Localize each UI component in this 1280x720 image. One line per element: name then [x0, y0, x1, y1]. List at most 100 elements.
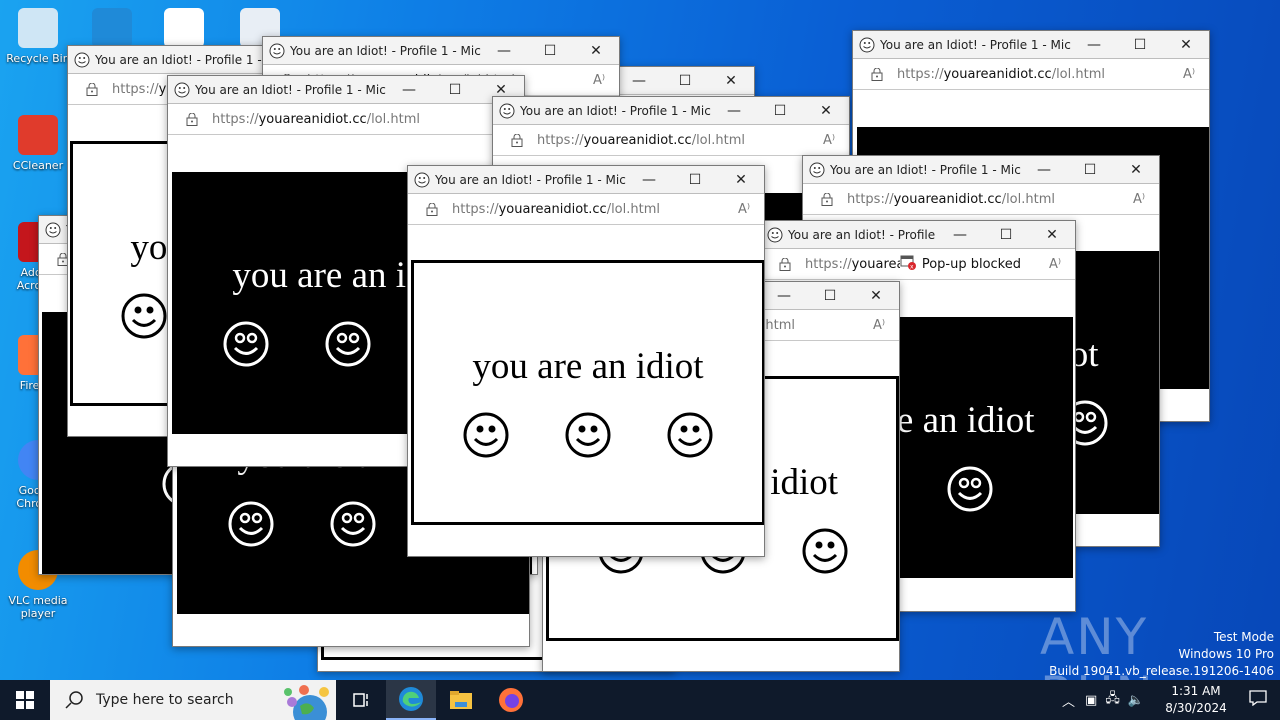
minimize-button[interactable]: — — [711, 103, 757, 119]
url-scheme: https:// — [847, 191, 894, 207]
lock-icon[interactable] — [821, 192, 833, 206]
close-button[interactable]: ✕ — [803, 103, 849, 119]
maximize-button[interactable]: ☐ — [1117, 37, 1163, 53]
url-text[interactable]: https://youareani... — [805, 257, 900, 272]
popup-blocked-icon: x — [900, 255, 916, 274]
window-title: You are an Idiot! - Profile 1 - Micro... — [880, 37, 1071, 52]
edge-icon — [399, 687, 423, 711]
title-bar[interactable]: You are an Idiot! - Profile 1 - Micro...… — [263, 37, 619, 65]
smiley-favicon-icon — [809, 162, 825, 177]
smiley-icon — [802, 528, 847, 574]
lock-icon[interactable] — [426, 202, 438, 216]
taskbar-firefox-button[interactable] — [486, 680, 536, 720]
taskbar: Type here to search ︿ ▣ 🖧 🔈 1:31 AM 8/30… — [0, 680, 1280, 720]
word-document-icon — [164, 8, 204, 48]
desktop-icon-recycle-bin[interactable]: Recycle Bin — [0, 8, 76, 65]
search-icon — [65, 691, 83, 709]
maximize-button[interactable]: ☐ — [432, 82, 478, 98]
maximize-button[interactable]: ☐ — [983, 227, 1029, 243]
maximize-button[interactable]: ☐ — [662, 73, 708, 89]
url-text[interactable]: https://youareanidiot.cc/lol.html — [897, 67, 1169, 82]
read-aloud-icon[interactable]: A⁾ — [809, 133, 849, 148]
minimize-button[interactable]: — — [616, 73, 662, 89]
window-title: You are an Idiot! - Profile 1 - Micro... — [788, 227, 937, 242]
title-bar[interactable]: You are an Idiot! - Profile 1 - Micro...… — [803, 156, 1159, 184]
smiley-icon — [228, 501, 274, 547]
url-path: /lol.html — [366, 111, 420, 127]
task-view-button[interactable] — [336, 680, 386, 720]
close-button[interactable]: ✕ — [718, 172, 764, 188]
minimize-button[interactable]: — — [761, 288, 807, 304]
read-aloud-icon[interactable]: A⁾ — [1169, 67, 1209, 82]
smiley-favicon-icon — [174, 82, 190, 97]
close-button[interactable]: ✕ — [573, 43, 619, 59]
url-text[interactable]: https://youareanidiot.cc/lol.html — [537, 133, 809, 148]
title-bar[interactable]: You are an Idiot! - Profile 1 - Micro...… — [168, 76, 524, 104]
taskbar-file-explorer-button[interactable] — [436, 680, 486, 720]
read-aloud-icon[interactable]: A⁾ — [724, 202, 764, 217]
smiley-icon — [947, 466, 993, 512]
volume-icon[interactable]: 🔈 — [1128, 693, 1144, 708]
maximize-button[interactable]: ☐ — [1067, 162, 1113, 178]
read-aloud-icon[interactable]: A⁾ — [1119, 192, 1159, 207]
meet-now-icon[interactable]: ▣ — [1085, 693, 1097, 708]
desktop-icon-ccleaner[interactable]: CCleaner — [0, 115, 76, 172]
close-button[interactable]: ✕ — [1163, 37, 1209, 53]
taskbar-search-box[interactable]: Type here to search — [50, 680, 336, 720]
address-bar[interactable]: https://youareanidiot.cc/lol.htmlA⁾ — [803, 184, 1159, 215]
close-button[interactable]: ✕ — [708, 73, 754, 89]
window-title: You are an Idiot! - Profile 1 - Micro... — [290, 43, 481, 58]
lock-icon[interactable] — [86, 82, 98, 96]
maximize-button[interactable]: ☐ — [757, 103, 803, 119]
clock[interactable]: 1:31 AM 8/30/2024 — [1156, 683, 1236, 717]
svg-text:x: x — [910, 263, 914, 270]
smiley-favicon-icon — [269, 43, 285, 58]
clock-time: 1:31 AM — [1171, 684, 1221, 698]
url-scheme: https:// — [537, 132, 584, 148]
title-bar[interactable]: You are an Idiot! - Profile 1 - Micro...… — [853, 31, 1209, 59]
start-button[interactable] — [0, 680, 50, 720]
browser-window[interactable]: You are an Idiot! - Profile 1 - Micro...… — [407, 165, 765, 557]
read-aloud-icon[interactable]: A⁾ — [859, 318, 899, 333]
network-icon[interactable]: 🖧 — [1105, 689, 1120, 711]
minimize-button[interactable]: — — [1071, 37, 1117, 53]
address-bar[interactable]: https://youareanidiot.cc/lol.htmlA⁾ — [408, 194, 764, 225]
url-text[interactable]: https://youareanidiot.cc/lol.html — [847, 192, 1119, 207]
title-bar[interactable]: You are an Idiot! - Profile 1 - Micro...… — [761, 221, 1075, 249]
minimize-button[interactable]: — — [1021, 162, 1067, 178]
action-center-button[interactable] — [1236, 690, 1280, 710]
close-button[interactable]: ✕ — [1113, 162, 1159, 178]
minimize-button[interactable]: — — [937, 227, 983, 243]
read-aloud-icon[interactable]: A⁾ — [1035, 257, 1075, 272]
smiley-icon — [463, 412, 509, 458]
address-bar[interactable]: https://youareani... x Pop-up blocked A⁾ — [761, 249, 1075, 280]
address-bar[interactable]: https://youareanidiot.cc/lol.htmlA⁾ — [493, 125, 849, 156]
popup-blocked-indicator[interactable]: x Pop-up blocked — [900, 255, 1021, 274]
address-bar[interactable]: https://youareanidiot.cc/lol.htmlA⁾ — [853, 59, 1209, 90]
minimize-button[interactable]: — — [626, 172, 672, 188]
lock-icon[interactable] — [871, 67, 883, 81]
taskbar-edge-button[interactable] — [386, 680, 436, 720]
smiley-favicon-icon — [414, 172, 430, 187]
window-title: You are an Idiot! - Profile 1 - Micro... — [435, 172, 626, 187]
close-button[interactable]: ✕ — [853, 288, 899, 304]
read-aloud-icon[interactable]: A⁾ — [579, 73, 619, 88]
title-bar[interactable]: You are an Idiot! - Profile 1 - Micro...… — [408, 166, 764, 194]
lock-icon[interactable] — [511, 133, 523, 147]
maximize-button[interactable]: ☐ — [527, 43, 573, 59]
smiley-favicon-icon — [499, 103, 515, 118]
url-text[interactable]: https://youareanidiot.cc/lol.html — [212, 112, 484, 127]
address-bar[interactable]: https://youareanidiot.cc/lol.htmlA⁾ — [168, 104, 524, 135]
title-bar[interactable]: You are an Idiot! - Profile 1 - Micro...… — [493, 97, 849, 125]
show-hidden-icons-button[interactable]: ︿ — [1062, 691, 1075, 710]
lock-icon[interactable] — [779, 257, 791, 271]
lock-icon[interactable] — [186, 112, 198, 126]
minimize-button[interactable]: — — [481, 43, 527, 59]
close-button[interactable]: ✕ — [1029, 227, 1075, 243]
maximize-button[interactable]: ☐ — [807, 288, 853, 304]
windows-logo-icon — [16, 691, 34, 709]
url-text[interactable]: https://youareanidiot.cc/lol.html — [452, 202, 724, 217]
maximize-button[interactable]: ☐ — [672, 172, 718, 188]
minimize-button[interactable]: — — [386, 82, 432, 98]
url-scheme: https:// — [112, 81, 159, 97]
